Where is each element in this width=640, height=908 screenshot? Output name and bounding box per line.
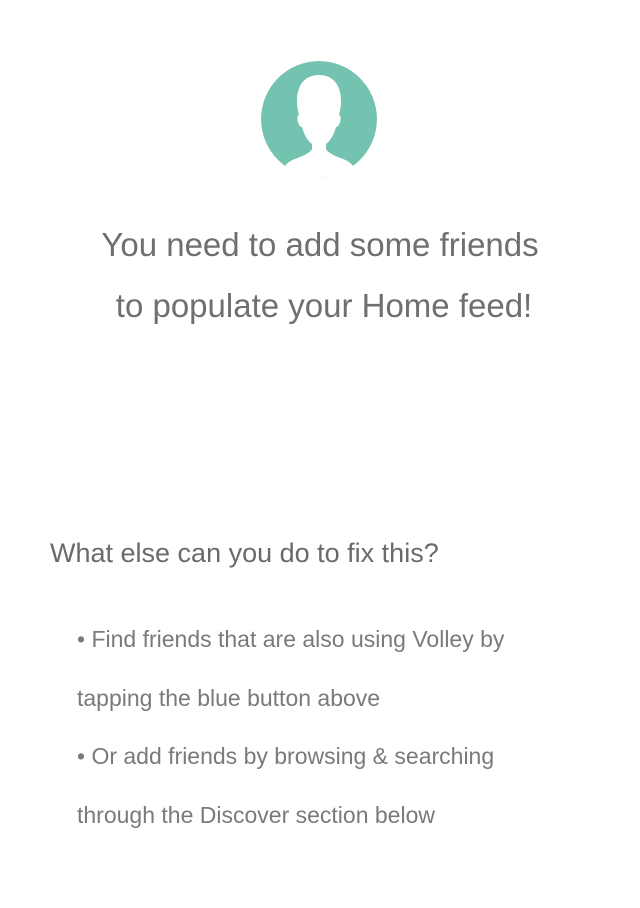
tip-find-friends-line-2: tapping the blue button above xyxy=(77,684,381,711)
avatar xyxy=(261,61,377,177)
headline-line-2: to populate your Home feed! xyxy=(115,287,533,324)
tip-discover-line-1: • Or add friends by browsing & searching xyxy=(77,743,495,769)
help-tips-list: • Find friends that are also using Volle… xyxy=(77,610,597,844)
tip-discover-line-2: through the Discover section below xyxy=(77,801,435,828)
tip-find-friends-line-1: • Find friends that are also using Volle… xyxy=(77,626,505,652)
help-section-title: What else can you do to fix this? xyxy=(50,538,439,568)
empty-feed-headline: You need to add some friends to populate… xyxy=(0,214,640,336)
person-silhouette-icon xyxy=(261,61,377,177)
headline-line-1: You need to add some friends xyxy=(101,226,539,263)
